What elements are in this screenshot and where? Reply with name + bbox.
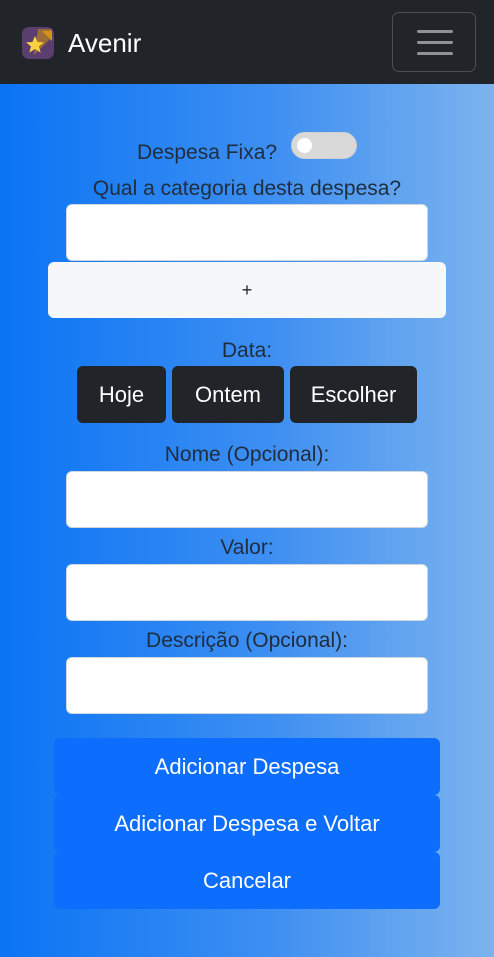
date-label: Data: — [221, 339, 273, 362]
category-input[interactable] — [66, 204, 428, 261]
fixed-expense-label: Despesa Fixa? — [137, 141, 278, 164]
yesterday-button[interactable]: Ontem — [172, 366, 284, 423]
description-label: Descrição (Opcional): — [146, 629, 348, 652]
choose-date-button[interactable]: Escolher — [290, 366, 417, 423]
add-expense-and-back-button[interactable]: Adicionar Despesa e Voltar — [54, 795, 440, 852]
shooting-star-icon[interactable] — [22, 27, 54, 59]
name-input[interactable] — [66, 471, 428, 528]
navbar: Avenir — [0, 0, 494, 84]
value-label: Valor: — [220, 536, 274, 559]
menu-toggle-button[interactable] — [392, 12, 476, 72]
brand-name[interactable]: Avenir — [68, 26, 141, 60]
cancel-button[interactable]: Cancelar — [54, 852, 440, 909]
add-expense-button[interactable]: Adicionar Despesa — [54, 738, 440, 795]
name-label: Nome (Opcional): — [164, 443, 330, 466]
fixed-expense-switch[interactable] — [291, 132, 357, 159]
description-input[interactable] — [66, 657, 428, 714]
switch-knob — [297, 138, 312, 153]
today-button[interactable]: Hoje — [77, 366, 166, 423]
value-input[interactable] — [66, 564, 428, 621]
category-label: Qual a categoria desta despesa? — [92, 177, 402, 200]
add-category-button[interactable]: + — [48, 262, 446, 318]
